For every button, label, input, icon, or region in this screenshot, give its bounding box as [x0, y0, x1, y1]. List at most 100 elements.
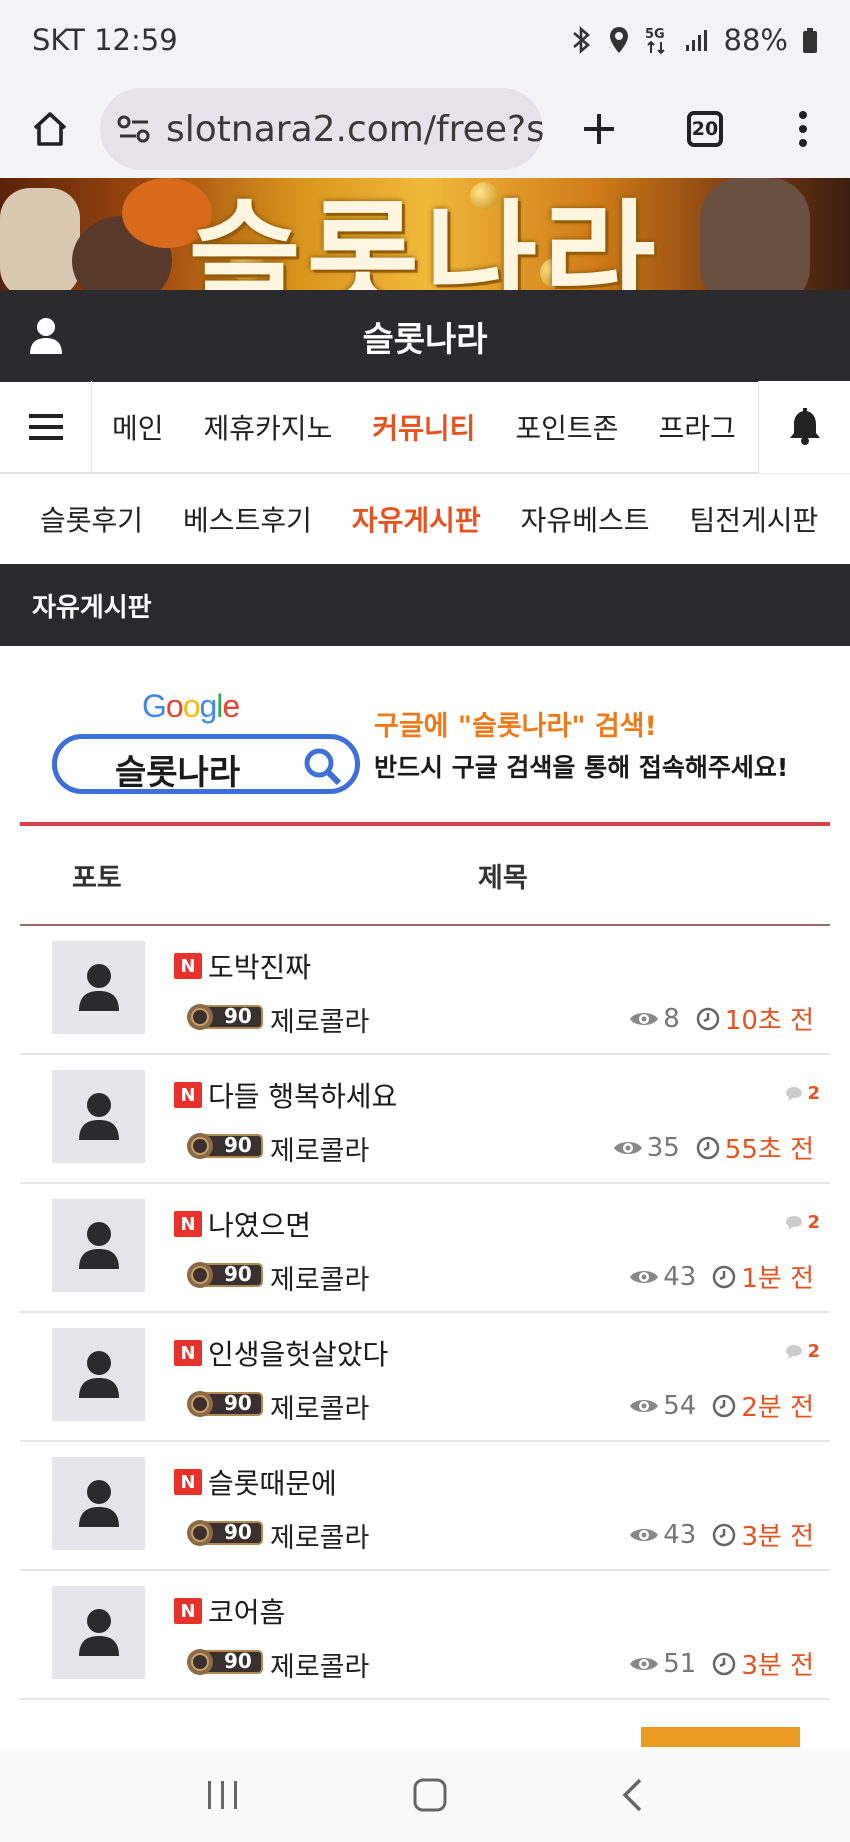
post-time: 55초 전 — [724, 1135, 814, 1165]
level-badge: 90 — [184, 1129, 264, 1161]
post-row[interactable]: N 인생을헛살았다 2 90 제로콜라 54 2분 전 — [20, 1313, 830, 1442]
address-bar[interactable]: slotnara2.com/free?s — [100, 88, 543, 170]
default-avatar-icon — [78, 1479, 119, 1527]
google-logo: Google — [142, 688, 240, 724]
site-settings-icon[interactable] — [116, 114, 152, 144]
search-icon — [304, 748, 342, 786]
comment-icon — [786, 1215, 803, 1230]
post-row[interactable]: N 도박진짜 90 제로콜라 8 10초 전 — [20, 926, 830, 1055]
post-author[interactable]: 제로콜라 — [270, 1000, 369, 1039]
post-author[interactable]: 제로콜라 — [270, 1387, 369, 1426]
main-nav: 메인 제휴카지노 커뮤니티 포인트존 프라그 — [0, 381, 850, 474]
new-tab-button[interactable] — [543, 80, 655, 178]
nav-item-main[interactable]: 메인 — [92, 407, 184, 447]
hamburger-icon — [28, 414, 63, 440]
post-title[interactable]: 다들 행복하세요 — [208, 1075, 397, 1115]
post-author[interactable]: 제로콜라 — [270, 1258, 369, 1297]
ad-headline: 구글에 "슬롯나라" 검색! — [374, 711, 657, 742]
notification-button[interactable] — [758, 381, 850, 473]
eye-icon — [630, 1528, 659, 1541]
view-count: 54 — [663, 1390, 697, 1421]
new-badge: N — [174, 953, 202, 979]
post-title[interactable]: 인생을헛살았다 — [208, 1333, 388, 1373]
post-thumbnail[interactable] — [52, 941, 145, 1034]
level-number: 90 — [224, 1262, 252, 1286]
browser-menu-button[interactable] — [755, 80, 850, 178]
tab-switcher-button[interactable]: 20 — [655, 80, 755, 178]
network-5g-icon: 5G — [645, 27, 664, 55]
post-author[interactable]: 제로콜라 — [270, 1129, 369, 1168]
bell-icon — [789, 408, 820, 445]
post-title[interactable]: 나였으면 — [208, 1204, 311, 1244]
post-meta: 54 2분 전 — [629, 1387, 814, 1424]
post-author[interactable]: 제로콜라 — [270, 1645, 369, 1684]
default-avatar-icon — [78, 1092, 119, 1140]
level-number: 90 — [224, 1649, 252, 1673]
post-title[interactable]: 슬롯때문에 — [208, 1462, 337, 1502]
comment-count: 2 — [785, 1212, 820, 1233]
post-thumbnail[interactable] — [52, 1457, 145, 1550]
nav-item-point-zone[interactable]: 포인트존 — [495, 407, 638, 447]
post-row[interactable]: N 다들 행복하세요 2 90 제로콜라 35 55초 전 — [20, 1055, 830, 1184]
write-button[interactable] — [641, 1727, 800, 1747]
view-count: 8 — [663, 1003, 680, 1034]
post-time: 1분 전 — [741, 1264, 814, 1294]
post-title[interactable]: 도박진짜 — [208, 946, 311, 986]
user-icon[interactable] — [28, 316, 64, 356]
recent-apps-icon[interactable] — [206, 1779, 240, 1811]
ad-subline: 반드시 구글 검색을 통해 접속해주세요! — [374, 753, 789, 782]
post-thumbnail[interactable] — [52, 1586, 145, 1679]
level-number: 90 — [224, 1004, 252, 1028]
comment-count: 2 — [785, 1341, 820, 1362]
plus-icon — [584, 114, 614, 144]
sub-nav-free-board[interactable]: 자유게시판 — [332, 499, 501, 539]
home-nav-icon[interactable] — [412, 1777, 448, 1813]
post-table-header: 포토 제목 — [20, 822, 830, 926]
sub-nav-team-board[interactable]: 팀전게시판 — [669, 499, 838, 539]
new-badge: N — [174, 1211, 202, 1237]
post-thumbnail[interactable] — [52, 1328, 145, 1421]
sub-nav-best-reviews[interactable]: 베스트후기 — [163, 499, 332, 539]
back-icon[interactable] — [620, 1777, 644, 1813]
site-title[interactable]: 슬롯나라 — [362, 312, 487, 361]
site-banner[interactable]: 슬롯나라 — [0, 178, 850, 290]
post-row[interactable]: N 나였으면 2 90 제로콜라 43 1분 전 — [20, 1184, 830, 1313]
default-avatar-icon — [78, 1350, 119, 1398]
menu-button[interactable] — [0, 381, 92, 473]
new-badge: N — [174, 1340, 202, 1366]
post-author[interactable]: 제로콜라 — [270, 1516, 369, 1555]
clock-icon — [713, 1394, 736, 1417]
comment-count-value: 2 — [807, 1083, 820, 1104]
nav-item-partner-casino[interactable]: 제휴카지노 — [184, 407, 353, 447]
google-search-ad[interactable]: Google 슬롯나라 구글에 "슬롯나라" 검색! 반드시 구글 검색을 통해… — [20, 668, 830, 800]
nav-item-community[interactable]: 커뮤니티 — [352, 407, 495, 447]
sub-nav-slot-reviews[interactable]: 슬롯후기 — [20, 499, 163, 539]
post-thumbnail[interactable] — [52, 1199, 145, 1292]
nav-item-pragmatic[interactable]: 프라그 — [638, 407, 755, 447]
level-badge: 90 — [184, 1000, 264, 1032]
banner-title: 슬롯나라 — [188, 188, 662, 290]
post-row[interactable]: N 코어흠 90 제로콜라 51 3분 전 — [20, 1571, 830, 1700]
post-thumbnail[interactable] — [52, 1070, 145, 1163]
board-title: 자유게시판 — [32, 592, 152, 623]
status-bar: SKT 12:59 5G 88% — [0, 0, 850, 80]
new-badge: N — [174, 1469, 202, 1495]
ad-search-text: 슬롯나라 — [115, 753, 241, 793]
view-count: 43 — [663, 1519, 697, 1550]
home-button[interactable] — [0, 80, 100, 178]
site-header: 슬롯나라 — [0, 290, 850, 382]
comment-count-value: 2 — [807, 1212, 820, 1233]
sub-nav-free-best[interactable]: 자유베스트 — [501, 499, 670, 539]
eye-icon — [630, 1012, 659, 1025]
default-avatar-icon — [78, 1608, 119, 1656]
post-list: N 도박진짜 90 제로콜라 8 10초 전 N 다들 행복하세요 2 90 제… — [20, 926, 830, 1700]
column-photo: 포토 — [72, 862, 122, 894]
battery-percent: 88% — [723, 23, 788, 57]
new-badge: N — [174, 1082, 202, 1108]
post-meta: 8 10초 전 — [629, 1000, 814, 1037]
status-icons: 5G 88% — [570, 23, 818, 57]
level-badge: 90 — [184, 1516, 264, 1548]
post-title[interactable]: 코어흠 — [208, 1591, 285, 1631]
post-row[interactable]: N 슬롯때문에 90 제로콜라 43 3분 전 — [20, 1442, 830, 1571]
view-count: 35 — [646, 1132, 680, 1163]
